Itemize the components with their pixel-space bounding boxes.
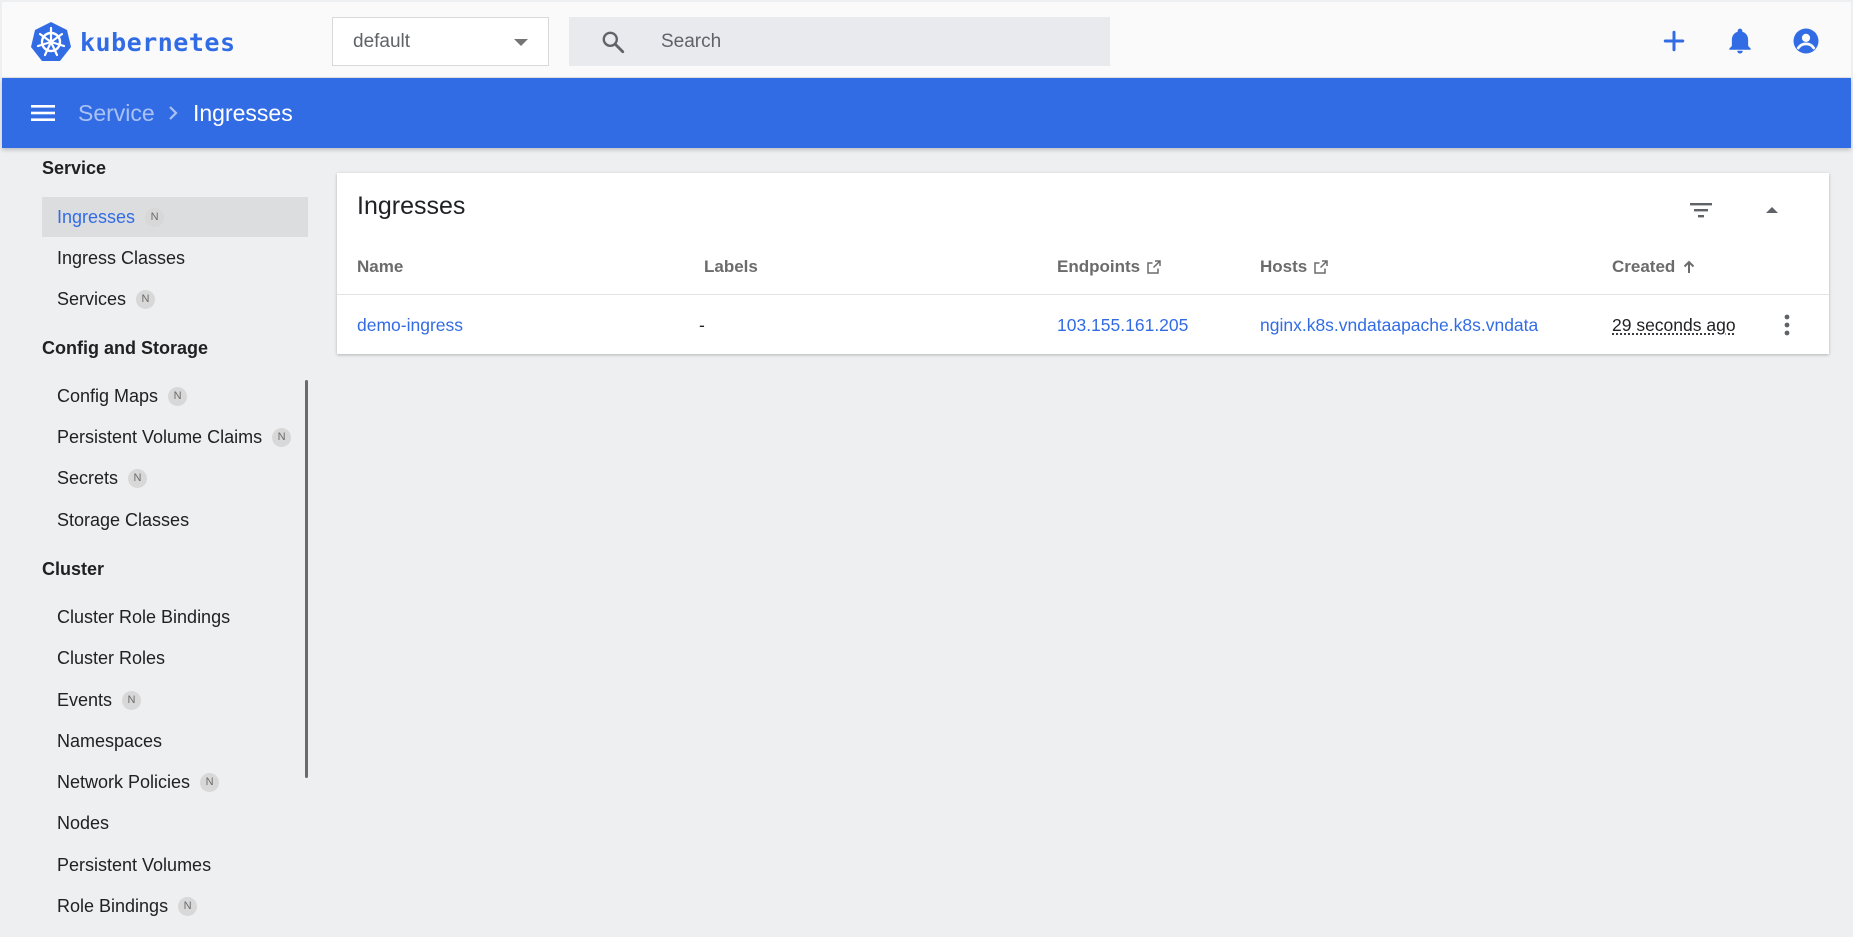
sidebar-item-label: Cluster Role Bindings — [57, 606, 231, 627]
namespace-select[interactable]: default — [332, 17, 549, 66]
sidebar-nav: Service Ingresses N Ingress Classes Serv… — [2, 148, 310, 937]
ingress-hosts-link[interactable]: nginx.k8s.vndataapache.k8s.vndata — [1260, 315, 1538, 336]
open-in-new-icon — [1147, 260, 1161, 274]
column-header-endpoints: Endpoints — [1057, 257, 1162, 277]
ingress-endpoint-link[interactable]: 103.155.161.205 — [1057, 315, 1188, 336]
nav-section-service: Service — [42, 158, 107, 178]
sidebar-item-config-maps[interactable]: Config Maps N — [42, 376, 308, 416]
hamburger-menu-icon — [31, 105, 55, 121]
namespace-value: default — [353, 30, 411, 52]
filter-list-icon — [1690, 203, 1712, 218]
collapse-button[interactable] — [1757, 195, 1787, 225]
sidebar-item-cluster-role-bindings[interactable]: Cluster Role Bindings — [42, 597, 308, 637]
kubernetes-logo[interactable]: kubernetes — [30, 21, 236, 63]
create-button[interactable] — [1659, 26, 1689, 56]
sidebar-item-label: Events — [57, 689, 113, 710]
caret-up-icon — [1766, 207, 1778, 213]
row-actions-button[interactable] — [1775, 312, 1799, 338]
sidebar-item-label: Network Policies — [57, 771, 191, 792]
kubernetes-wheel-icon — [31, 22, 71, 61]
ingress-created: 29 seconds ago — [1612, 315, 1736, 335]
more-vert-icon — [1784, 314, 1790, 336]
namespaced-badge: N — [168, 386, 188, 406]
search-input[interactable] — [661, 17, 1091, 66]
sidebar-item-label: Persistent Volume Claims — [57, 426, 263, 447]
chevron-right-icon — [169, 106, 178, 120]
column-header-label: Endpoints — [1057, 257, 1141, 276]
sidebar-item-label: Storage Classes — [57, 509, 190, 530]
column-header-label: Created — [1612, 257, 1676, 276]
sidebar-item-network-policies[interactable]: Network Policies N — [42, 762, 308, 802]
filter-button[interactable] — [1686, 195, 1716, 225]
menu-button[interactable] — [30, 101, 56, 125]
ingress-name-link[interactable]: demo-ingress — [357, 315, 463, 336]
namespaced-badge: N — [200, 772, 220, 792]
namespaced-badge: N — [178, 896, 198, 916]
sidebar-item-label: Ingresses — [57, 206, 136, 227]
sidebar-item-label: Secrets — [57, 467, 119, 488]
ingress-labels: - — [699, 315, 705, 335]
breadcrumb-parent[interactable]: Service — [78, 100, 155, 127]
sidebar-item-secrets[interactable]: Secrets N — [42, 458, 308, 498]
namespaced-badge: N — [136, 289, 156, 309]
namespaced-badge: N — [128, 468, 148, 488]
breadcrumb-current: Ingresses — [193, 100, 293, 126]
notifications-button[interactable] — [1725, 26, 1755, 56]
sidebar-item-role-bindings[interactable]: Role Bindings N — [42, 886, 308, 926]
sidebar-item-label: Role Bindings — [57, 895, 169, 916]
card-title: Ingresses — [357, 192, 466, 220]
column-header-labels: Labels — [704, 257, 758, 277]
open-in-new-icon — [1314, 260, 1328, 274]
top-header: kubernetes default — [2, 2, 1851, 78]
sidebar-item-services[interactable]: Services N — [42, 279, 308, 319]
column-header-label: Name — [357, 257, 404, 276]
sidebar-item-storage-classes[interactable]: Storage Classes — [42, 500, 308, 540]
column-header-label: Hosts — [1260, 257, 1308, 276]
column-header-label: Labels — [704, 257, 758, 276]
sidebar-item-label: Ingress Classes — [57, 247, 186, 268]
sidebar-item-label: Services — [57, 288, 127, 309]
sidebar-item-label: Config Maps — [57, 385, 159, 406]
header-actions — [1659, 26, 1821, 56]
column-header-hosts: Hosts — [1260, 257, 1329, 277]
sidebar-item-events[interactable]: Events N — [42, 680, 308, 720]
caret-down-icon — [514, 39, 528, 46]
sidebar-item-ingress-classes[interactable]: Ingress Classes — [42, 238, 308, 278]
app-name: kubernetes — [80, 27, 236, 57]
namespaced-badge: N — [272, 427, 292, 447]
sidebar-scrollbar[interactable] — [305, 380, 308, 778]
sidebar-item-nodes[interactable]: Nodes — [42, 803, 308, 843]
sidebar-item-label: Persistent Volumes — [57, 854, 212, 875]
sidebar-item-label: Cluster Roles — [57, 647, 166, 668]
plus-icon — [1663, 30, 1685, 52]
account-button[interactable] — [1791, 26, 1821, 56]
nav-section-cluster: Cluster — [42, 559, 105, 579]
namespaced-badge: N — [122, 690, 142, 710]
sidebar-item-persistent-volumes[interactable]: Persistent Volumes — [42, 845, 308, 885]
sidebar-item-label: Nodes — [57, 812, 110, 833]
ingresses-card: Ingresses Name Labels Endpoints Hosts Cr… — [337, 173, 1829, 354]
breadcrumb-toolbar: Service Ingresses — [2, 78, 1851, 148]
arrow-up-icon — [1684, 260, 1695, 273]
namespaced-badge: N — [145, 207, 165, 227]
sidebar-item-label: Namespaces — [57, 730, 163, 751]
account-circle-icon — [1793, 28, 1819, 54]
search-bar[interactable] — [569, 17, 1110, 66]
column-header-created[interactable]: Created — [1612, 257, 1697, 277]
column-header-name[interactable]: Name — [357, 257, 403, 277]
sidebar-item-cluster-roles[interactable]: Cluster Roles — [42, 638, 308, 678]
bell-icon — [1729, 28, 1751, 54]
nav-section-config-storage: Config and Storage — [42, 338, 208, 358]
sidebar-item-namespaces[interactable]: Namespaces — [42, 721, 308, 761]
table-divider — [337, 294, 1829, 295]
sidebar-item-persistent-volume-claims[interactable]: Persistent Volume Claims N — [42, 417, 308, 457]
search-icon — [602, 31, 625, 54]
sidebar-item-ingresses[interactable]: Ingresses N — [42, 197, 308, 237]
